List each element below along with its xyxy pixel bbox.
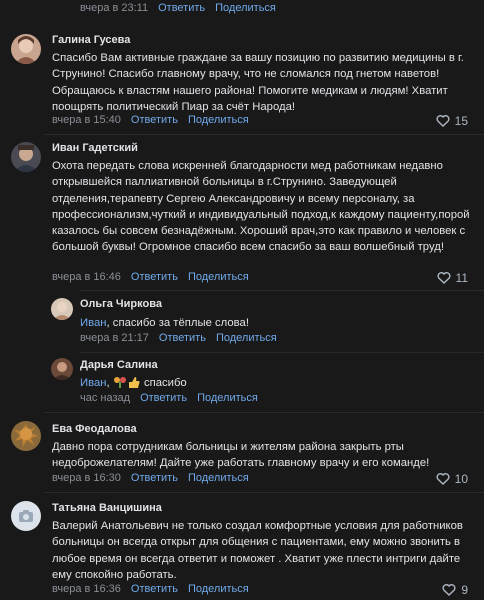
comment-author[interactable]: Иван Гадетский (52, 142, 138, 154)
heart-icon (442, 584, 456, 596)
reply-link[interactable]: Ответить (131, 271, 178, 283)
reply-text: спасибо (143, 377, 187, 389)
comment-time: вчера в 16:46 (52, 271, 121, 283)
comment-footer: вчера в 16:46 Ответить Поделиться (52, 271, 249, 283)
like-button[interactable]: 9 (442, 583, 468, 597)
comment-author[interactable]: Дарья Салина (80, 359, 158, 371)
flowers-emoji-icon (113, 377, 126, 388)
reply-link[interactable]: Ответить (140, 392, 187, 404)
comment-author[interactable]: Татьяна Ванцишина (52, 502, 162, 514)
comment-footer: час назад Ответить Поделиться (80, 392, 258, 404)
reply-link[interactable]: Ответить (131, 583, 178, 595)
divider (44, 134, 484, 135)
avatar[interactable] (11, 34, 41, 64)
camera-placeholder-icon (11, 501, 41, 531)
comment-footer: вчера в 16:36 Ответить Поделиться (52, 583, 249, 595)
comment-text: Охота передать слова искренней благодарн… (52, 160, 470, 254)
like-button[interactable]: 15 (436, 114, 468, 128)
avatar[interactable] (51, 298, 73, 320)
avatar-photo-icon (11, 34, 41, 64)
comment-time: вчера в 21:17 (80, 332, 149, 344)
like-count: 15 (454, 114, 468, 128)
divider (44, 412, 484, 413)
comment-author[interactable]: Галина Гусева (52, 34, 130, 46)
like-button[interactable]: 10 (436, 472, 468, 486)
heart-icon (436, 115, 450, 127)
divider (44, 492, 484, 493)
share-link[interactable]: Поделиться (215, 2, 276, 14)
comment-author[interactable]: Ева Феодалова (52, 423, 137, 435)
avatar-photo-icon (51, 298, 73, 320)
like-count: 11 (455, 271, 468, 285)
comment-text: Давно пора сотрудникам больницы и жителя… (52, 441, 430, 470)
divider (80, 352, 484, 353)
comment-footer: вчера в 15:40 Ответить Поделиться (52, 114, 249, 126)
comment-text: Спасибо Вам активные граждане за вашу по… (52, 52, 464, 113)
comment-text: Валерий Анатольевич не только создал ком… (52, 520, 463, 581)
reply-link[interactable]: Ответить (131, 114, 178, 126)
share-link[interactable]: Поделиться (188, 472, 249, 484)
heart-icon (437, 272, 451, 284)
comment-text: Иван, спасибо (80, 377, 187, 389)
reply-link[interactable]: Ответить (158, 2, 205, 14)
share-link[interactable]: Поделиться (188, 114, 249, 126)
heart-icon (436, 473, 450, 485)
comment-text: Иван, спасибо за тёплые слова! (80, 315, 470, 331)
share-link[interactable]: Поделиться (216, 332, 277, 344)
mention-link[interactable]: Иван (80, 317, 107, 329)
like-count: 9 (461, 583, 468, 597)
comment-time: вчера в 15:40 (52, 114, 121, 126)
comment-footer: вчера в 16:30 Ответить Поделиться (52, 472, 249, 484)
avatar[interactable] (11, 142, 41, 172)
previous-comment-footer: вчера в 23:11 Ответить Поделиться (80, 0, 276, 16)
avatar-photo-icon (11, 142, 41, 172)
avatar-photo-icon (11, 421, 41, 451)
avatar[interactable] (11, 501, 41, 531)
reply-link[interactable]: Ответить (159, 332, 206, 344)
comment-footer: вчера в 21:17 Ответить Поделиться (80, 332, 277, 344)
avatar-photo-icon (51, 358, 73, 380)
comment-author[interactable]: Ольга Чиркова (80, 298, 162, 310)
reply-text: , спасибо за тёплые слова! (106, 317, 249, 329)
share-link[interactable]: Поделиться (188, 583, 249, 595)
share-link[interactable]: Поделиться (188, 271, 249, 283)
comment-time: вчера в 16:30 (52, 472, 121, 484)
like-count: 10 (454, 472, 468, 486)
reply-link[interactable]: Ответить (131, 472, 178, 484)
avatar[interactable] (11, 421, 41, 451)
mention-link[interactable]: Иван (80, 377, 107, 389)
share-link[interactable]: Поделиться (197, 392, 258, 404)
comment-time: вчера в 16:36 (52, 583, 121, 595)
divider (80, 290, 484, 291)
avatar[interactable] (51, 358, 73, 380)
comment-time: вчера в 23:11 (80, 2, 149, 14)
thumbs-up-emoji-icon (128, 377, 140, 388)
like-button[interactable]: 11 (437, 271, 468, 285)
comment-time: час назад (80, 392, 131, 404)
